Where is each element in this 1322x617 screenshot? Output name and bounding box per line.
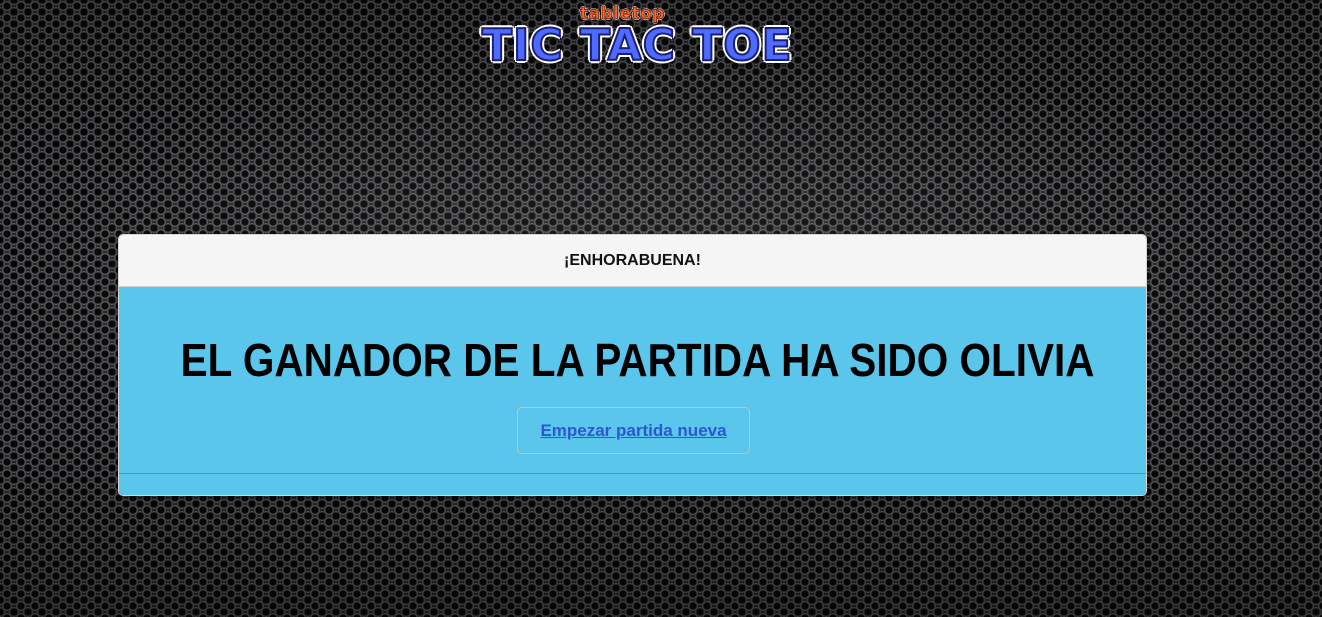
- tic-tac-toe-logo: tabletop TIC TAC TOE: [480, 2, 793, 76]
- logo-title: TIC TAC TOE: [481, 19, 793, 72]
- winner-dialog: ¡ENHORABUENA! EL GANADOR DE LA PARTIDA H…: [118, 234, 1147, 496]
- dialog-title: ¡ENHORABUENA!: [564, 251, 701, 269]
- new-game-button[interactable]: Empezar partida nueva: [517, 407, 750, 454]
- dialog-header: ¡ENHORABUENA!: [119, 235, 1146, 287]
- dialog-body: EL GANADOR DE LA PARTIDA HA SIDO OLIVIA …: [119, 287, 1146, 474]
- new-game-link[interactable]: Empezar partida nueva: [540, 421, 726, 441]
- winner-message: EL GANADOR DE LA PARTIDA HA SIDO OLIVIA: [180, 334, 1095, 386]
- dialog-footer: [119, 474, 1146, 495]
- page-background: { "logo": { "subtitle": "tabletop", "tit…: [0, 0, 1322, 617]
